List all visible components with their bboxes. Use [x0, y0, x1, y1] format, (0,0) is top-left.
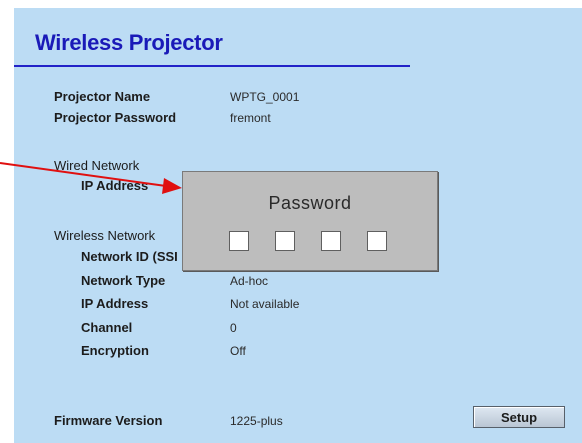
page: { "header": { "title": "Wireless Project…: [0, 0, 582, 443]
pointer-arrow-head: [162, 178, 182, 194]
pointer-arrow-icon: [0, 162, 182, 194]
pointer-arrow-line: [0, 162, 167, 187]
